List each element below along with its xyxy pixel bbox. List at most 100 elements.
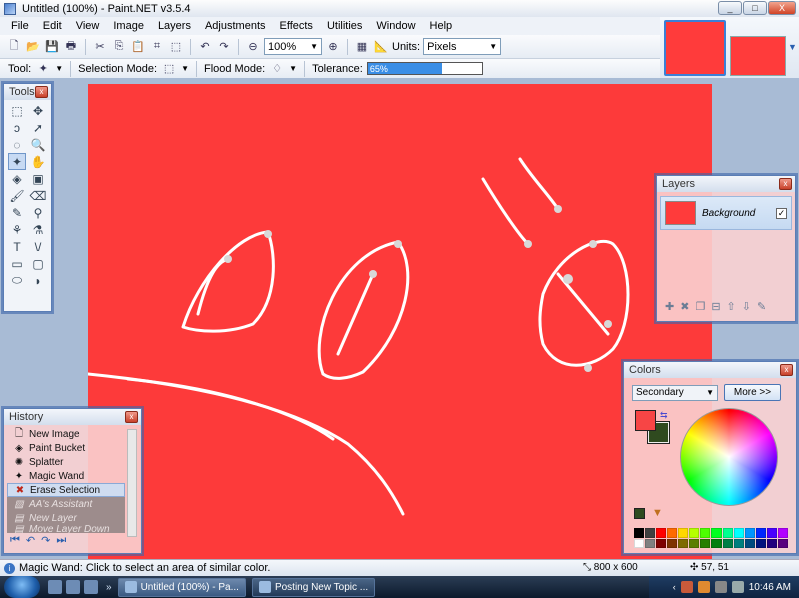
duplicate-layer-icon[interactable]: ❐ [695,300,705,313]
history-item-selected[interactable]: ✖ Erase Selection [7,483,125,497]
ellipse-icon[interactable]: ⬭ [8,272,26,289]
text-icon[interactable]: T [8,238,26,255]
close-icon[interactable]: x [35,86,48,98]
color-mode-select[interactable]: Secondary ▼ [632,384,718,401]
color-picker-icon[interactable]: ⚲ [29,204,47,221]
clock[interactable]: 10:46 AM [749,582,791,593]
close-icon[interactable]: x [780,364,793,376]
menu-window[interactable]: Window [369,20,422,32]
crop-icon[interactable]: ⌗ [149,39,165,55]
history-item[interactable]: ✦ Magic Wand [7,469,125,483]
move-selection-icon[interactable]: ✥ [29,102,47,119]
deselect-icon[interactable]: ⬚ [168,39,184,55]
tray-expand-icon[interactable]: ‹ [673,582,676,592]
zoom-icon[interactable]: 🔍 [29,136,47,153]
units-combo[interactable]: Pixels ▼ [423,38,502,55]
chevron-down-icon[interactable]: ▼ [55,64,63,73]
magic-wand-icon[interactable]: ✦ [35,61,51,77]
chevron-down-icon[interactable]: ▼ [289,64,297,73]
paintbrush-icon[interactable]: 🖌 [8,187,26,204]
antivirus-icon[interactable] [680,581,693,593]
eraser-icon[interactable]: ⌫ [29,187,47,204]
start-button[interactable] [4,576,40,598]
history-scrollbar[interactable] [127,429,137,537]
image-thumbnail[interactable] [730,36,786,76]
freeform-shape-icon[interactable]: ◗ [29,272,47,289]
color-wheel[interactable] [680,408,778,506]
move-selected-icon[interactable]: ➚ [29,119,47,136]
menu-edit[interactable]: Edit [36,20,69,32]
network-icon[interactable] [714,581,727,593]
copy-icon[interactable]: ⎘ [111,39,127,55]
maximize-button[interactable]: □ [743,1,767,15]
pan-icon[interactable]: ✋ [29,153,47,170]
undo-icon[interactable]: ↶ [26,534,35,547]
close-icon[interactable]: x [125,411,138,423]
selection-mode-icon[interactable]: ⬚ [161,61,177,77]
lasso-icon[interactable]: ↄ [8,119,26,136]
grid-icon[interactable]: ▦ [354,39,370,55]
tray-app-icon[interactable] [697,581,710,593]
redo-icon[interactable]: ↷ [216,39,232,55]
menu-file[interactable]: File [4,20,36,32]
taskbar-item-browser[interactable]: Posting New Topic ... [251,577,376,597]
redo-icon[interactable]: ↷ [41,534,50,547]
history-item-undone[interactable]: ▤ New Layer [7,511,125,525]
show-desktop-icon[interactable] [48,580,62,594]
menu-effects[interactable]: Effects [273,20,320,32]
zoom-out-icon[interactable]: ⊖ [245,39,261,55]
layer-visibility-checkbox[interactable]: ✓ [776,207,787,219]
open-file-icon[interactable]: 📂 [25,39,41,55]
tolerance-slider[interactable]: 65% [366,62,483,75]
rounded-rectangle-icon[interactable]: ▢ [29,255,47,272]
menu-image[interactable]: Image [106,20,151,32]
rewind-icon[interactable]: ⏮ [10,534,20,547]
color-palette[interactable] [634,528,788,548]
merge-layer-icon[interactable]: ⊟ [711,300,720,313]
print-icon[interactable]: 🖶 [63,39,79,55]
save-icon[interactable]: 💾 [44,39,60,55]
flood-mode-icon[interactable]: ♢ [269,61,285,77]
browser-icon[interactable] [66,580,80,594]
close-icon[interactable]: x [779,178,792,190]
history-item-undone[interactable]: ▤ Move Layer Down [7,525,125,533]
menu-utilities[interactable]: Utilities [320,20,369,32]
cut-icon[interactable]: ✂ [92,39,108,55]
primary-color-swatch[interactable] [635,410,656,431]
add-layer-icon[interactable]: ✚ [665,300,674,313]
line-curve-icon[interactable]: \/ [29,238,47,255]
palette-folder-icon[interactable]: ▼ [652,507,663,519]
paint-bucket-icon[interactable]: ◈ [8,170,26,187]
palette-menu-icon[interactable] [634,508,645,519]
history-item[interactable]: 🗋 New Image [7,427,125,441]
volume-icon[interactable] [731,581,744,593]
thumbnail-menu-icon[interactable]: ▼ [788,42,797,52]
taskbar-item-paintnet[interactable]: Untitled (100%) - Pa... [117,577,246,597]
chevron-down-icon[interactable]: ▼ [181,64,189,73]
zoom-combo[interactable]: 100% ▼ [264,38,322,55]
history-item[interactable]: ◈ Paint Bucket [7,441,125,455]
history-item-undone[interactable]: ▨ AA's Assistant [7,497,125,511]
menu-view[interactable]: View [69,20,107,32]
ruler-icon[interactable]: 📐 [373,39,389,55]
move-layer-up-icon[interactable]: ⇧ [727,300,736,313]
clone-stamp-icon[interactable]: ⚘ [8,221,26,238]
zoom-in-icon[interactable]: ⊕ [325,39,341,55]
menu-layers[interactable]: Layers [151,20,198,32]
layer-properties-icon[interactable]: ✎ [757,300,766,313]
minimize-button[interactable]: _ [718,1,742,15]
image-thumbnail-active[interactable] [664,20,726,76]
recolor-icon[interactable]: ⚗ [29,221,47,238]
ellipse-select-icon[interactable]: ◌ [8,136,26,153]
menu-help[interactable]: Help [423,20,460,32]
pencil-icon[interactable]: ✎ [8,204,26,221]
undo-icon[interactable]: ↶ [197,39,213,55]
overflow-icon[interactable]: » [106,582,112,593]
history-item[interactable]: ✺ Splatter [7,455,125,469]
close-button[interactable]: X [768,1,796,15]
new-file-icon[interactable]: 🗋 [6,39,22,55]
move-layer-down-icon[interactable]: ⇩ [742,300,751,313]
switch-windows-icon[interactable] [84,580,98,594]
magic-wand-icon[interactable]: ✦ [8,153,26,170]
more-colors-button[interactable]: More >> [724,384,781,401]
